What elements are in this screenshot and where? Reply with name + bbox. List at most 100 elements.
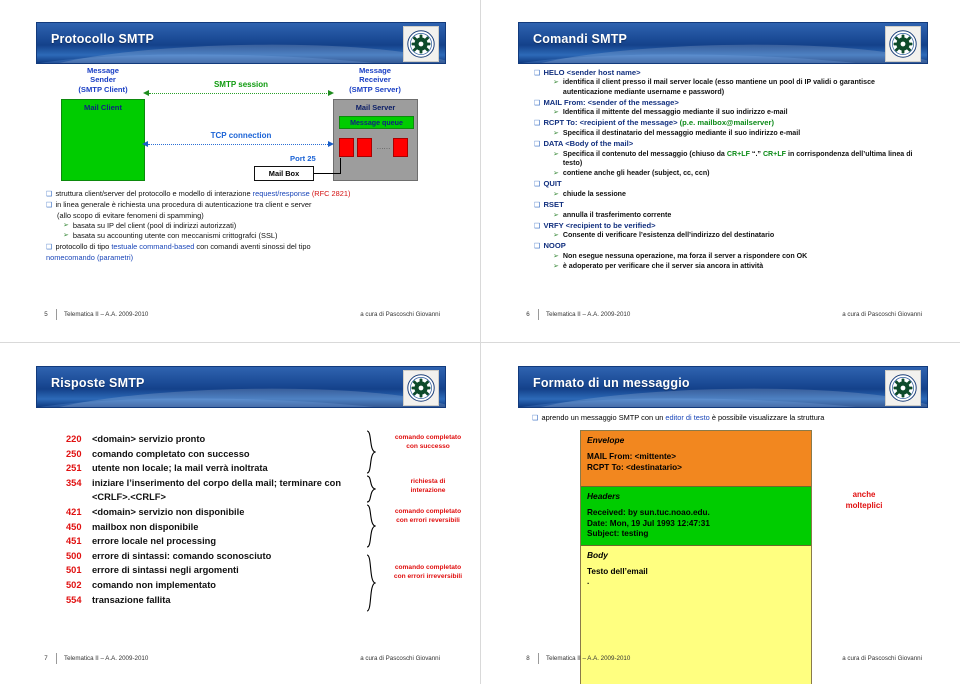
group-label-line1: comando completato	[394, 508, 462, 515]
body-line: Testo dell’email	[587, 566, 648, 576]
bullet-square-icon: ❑	[534, 139, 541, 149]
page-number: 7	[44, 654, 48, 662]
slide-comandi-smtp: Comandi SMTP ❑ HELO <sender host name> ➢…	[518, 22, 928, 322]
intro-text: aprendo un messaggio SMTP con un editor …	[541, 413, 824, 422]
text-run: in linea generale è richiesta una proced…	[55, 199, 312, 209]
bullet-level2: ➢ basata su IP del client (pool di indiri…	[63, 221, 442, 231]
bullet-text: nomecomando (parametri)	[46, 253, 133, 263]
bullet-level2: ➢ annulla il trasferimento corrente	[553, 211, 926, 221]
text-run: struttura client/server del protocollo e…	[55, 189, 253, 198]
reply-code-row: 421 <domain> servizio non disponibile	[66, 505, 366, 520]
envelope-section: Envelope MAIL From: <mittente> RCPT To: …	[581, 431, 811, 486]
reply-code-text: errore di sintassi negli argomenti	[92, 565, 239, 576]
reply-code-row: 500 errore di sintassi: comando sconosciu…	[66, 549, 366, 564]
header-line: Date: Mon, 19 Jul 1993 12:47:31	[587, 518, 710, 528]
text-run: CR+LF	[726, 149, 752, 158]
university-gear-logo	[403, 26, 439, 62]
side-note-line2: molteplici	[845, 500, 883, 510]
bullet-level2: ➢ Specifica il destinatario del messaggio…	[553, 129, 926, 139]
mail-client-box: Mail Client	[61, 99, 145, 181]
bullet-text: basata su IP del client (pool di indiriz…	[73, 221, 236, 231]
bullet-level1: ❑ struttura client/server del protocollo …	[46, 189, 442, 199]
reply-group-annotations: comando completato con successo richiesta …	[366, 430, 486, 612]
curly-brace-icon	[366, 475, 377, 503]
envelope-label: Envelope	[587, 435, 625, 445]
text-run: nomecomando (parametri)	[46, 252, 134, 262]
slide-title: Formato di un messaggio	[533, 376, 690, 390]
email-structure-box: Envelope MAIL From: <mittente> RCPT To: …	[580, 430, 812, 684]
bullet-level1: ❑ NOOP	[534, 241, 926, 251]
message-queue-box: Message queue	[339, 116, 414, 129]
bullet-text: in linea generale è richiesta una proced…	[55, 200, 311, 210]
reply-code-number: 421	[66, 506, 82, 517]
bullet-square-icon: ❑	[534, 220, 541, 230]
bullet-level1: ❑ MAIL From: <sender of the message>	[534, 98, 926, 108]
text-run: Specifica il destinatario del messaggio …	[562, 129, 801, 138]
bullet-level2: ➢ contiene anche gli header (subject, cc,…	[553, 169, 926, 179]
university-gear-logo	[403, 370, 439, 406]
reply-group-label: comando completato con successo	[382, 434, 474, 452]
reply-code-text: transazione fallita	[92, 594, 171, 605]
reply-code-number: 354	[66, 477, 82, 488]
reply-code-text: <CRLF>.<CRLF>	[92, 492, 166, 503]
group-label-line2: con errori reversibili	[396, 516, 460, 524]
bullet-level1: ❑ in linea generale è richiesta una proce…	[46, 200, 442, 210]
reply-code-row: 251 utente non locale; la mail verrà inol…	[66, 461, 366, 476]
reply-group-label: richiesta di interazione	[382, 478, 474, 496]
bullet-level2: ➢ Specifica il contenuto del messaggio (c…	[553, 150, 926, 169]
page-number: 5	[44, 310, 48, 318]
headers-label: Headers	[587, 491, 621, 501]
port-label: Port 25	[290, 154, 316, 163]
side-note-line1: anche	[852, 490, 876, 499]
bullet-text: MAIL From: <sender of the message>	[543, 98, 678, 108]
reply-code-row: 450 mailbox non disponibile	[66, 520, 366, 535]
course-label: Telematica II – A.A. 2009-2010	[546, 310, 631, 318]
reply-code-row: 502 comando non implementato	[66, 578, 366, 593]
slide-protocollo-smtp: Protocollo SMTP Message Sender (SMTP Cli…	[36, 22, 446, 322]
sender-line1: Message	[86, 66, 120, 75]
bullet-text: Non esegue nessuna operazione, ma forza …	[563, 252, 807, 262]
text-run: “.”	[751, 149, 763, 158]
arrow-bullet-icon: ➢	[553, 190, 559, 198]
text-run: Non esegue nessuna operazione, ma forza …	[562, 251, 808, 260]
course-label: Telematica II – A.A. 2009-2010	[64, 310, 149, 318]
course-label: Telematica II – A.A. 2009-2010	[546, 654, 631, 662]
bullet-text: struttura client/server del protocollo e…	[55, 189, 350, 199]
reply-code-text: mailbox non disponibile	[92, 521, 199, 532]
bullet-text: Identifica il mittente del messaggio med…	[563, 108, 788, 118]
text-run: identifica il client presso il mail serv…	[562, 78, 875, 96]
smtp-arrow-right-icon	[328, 89, 334, 96]
bullet-level2: ➢ è adoperato per verificare che il serve…	[553, 262, 926, 272]
text-run: è possibile visualizzare la struttura	[709, 413, 825, 422]
bullet-level2: ➢ basata su accounting utente con meccani…	[63, 231, 442, 241]
text-run: DATA <Body of the mail>	[543, 139, 634, 149]
body-line: .	[587, 577, 590, 586]
bullet-square-icon: ❑	[46, 199, 53, 209]
page-number: 8	[526, 654, 530, 662]
group-label-line2: con successo	[406, 442, 450, 450]
text-run: Specifica il contenuto del messaggio (ch…	[562, 149, 727, 158]
mailbox-row: ......	[339, 138, 415, 157]
callout-leader-line	[314, 173, 341, 174]
bullet-square-icon: ❑	[534, 118, 541, 128]
reply-group-label: comando completato con errori reversibili	[382, 508, 474, 526]
bullet-text: QUIT	[543, 179, 561, 189]
reply-code-row: 220 <domain> servizio pronto	[66, 432, 366, 447]
slide-footer: 5 Telematica II – A.A. 2009-2010 a cura …	[36, 306, 446, 322]
bullet-level2: ➢ identifica il client presso il mail ser…	[553, 78, 926, 97]
slide-footer: 8 Telematica II – A.A. 2009-2010 a cura …	[518, 650, 928, 666]
reply-code-list: 220 <domain> servizio pronto 250 comando co…	[66, 432, 366, 607]
reply-code-row: 354 iniziare l’inserimento del corpo dell…	[66, 476, 366, 491]
text-run: contiene anche gli header (subject, cc, …	[562, 169, 710, 178]
bullet-square-icon: ❑	[534, 241, 541, 251]
receiver-line1: Message	[358, 66, 392, 75]
bullet-text: basata su accounting utente con meccanis…	[73, 231, 278, 241]
bullet-level2: ➢ chiude la sessione	[553, 190, 926, 200]
author-label: a cura di Pascoschi Giovanni	[842, 654, 922, 662]
text-run: (allo scopo di evitare fenomeni di spamm…	[57, 210, 204, 220]
bullet-text: annulla il trasferimento corrente	[563, 211, 671, 221]
reply-code-number: 251	[66, 463, 82, 474]
bullet-square-icon: ❑	[534, 179, 541, 189]
slide-footer: 6 Telematica II – A.A. 2009-2010 a cura …	[518, 306, 928, 322]
